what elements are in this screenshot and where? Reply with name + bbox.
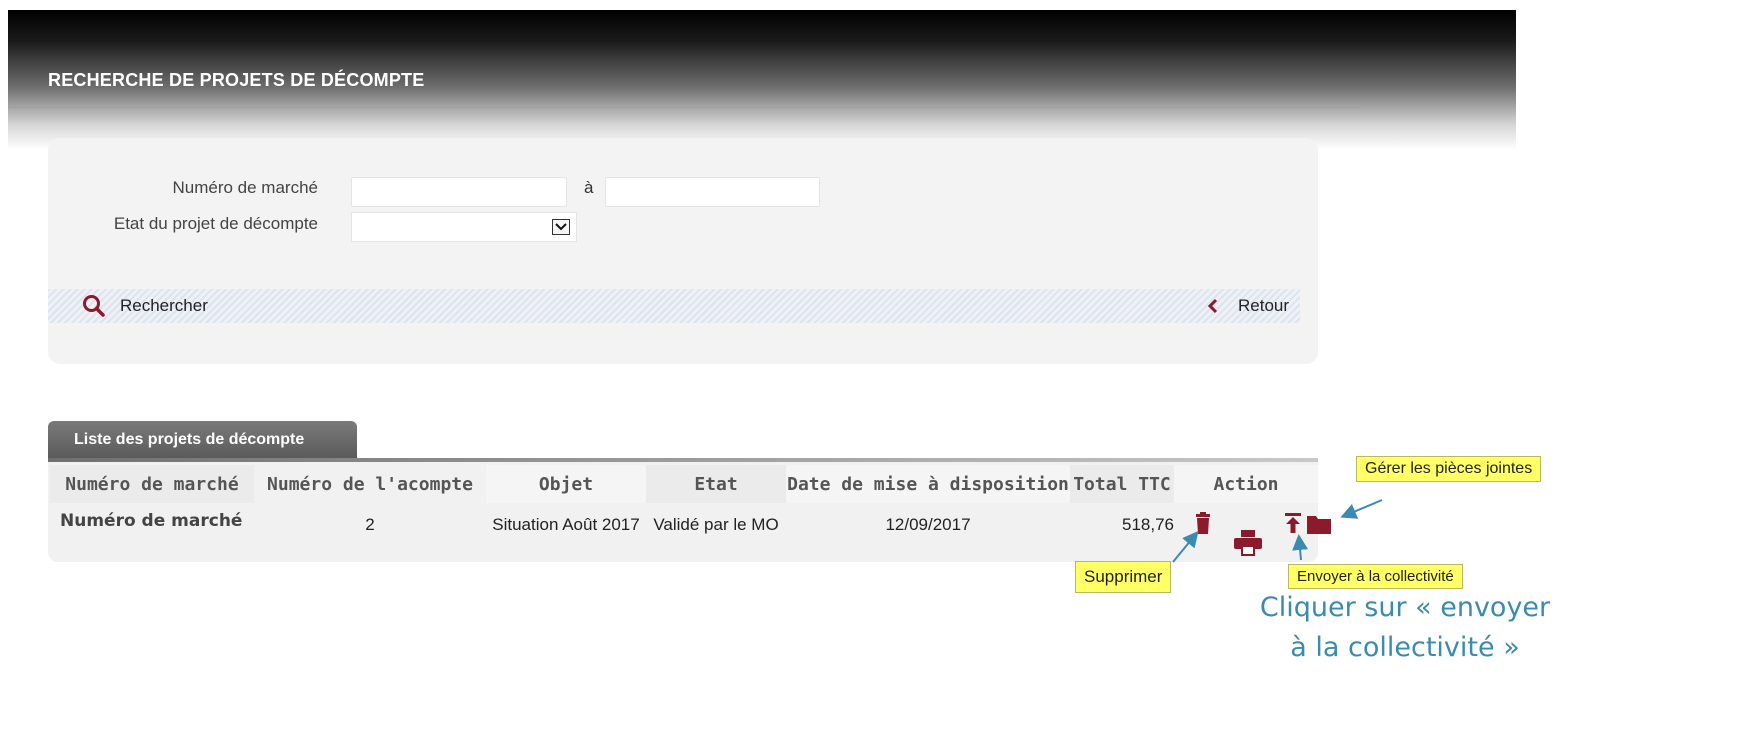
callout-instruction: Cliquer sur « envoyer à la collectivité … [1246,588,1564,668]
callout-line-1: Cliquer sur « envoyer [1259,592,1551,623]
callout-line-2: à la collectivité » [1290,632,1520,663]
